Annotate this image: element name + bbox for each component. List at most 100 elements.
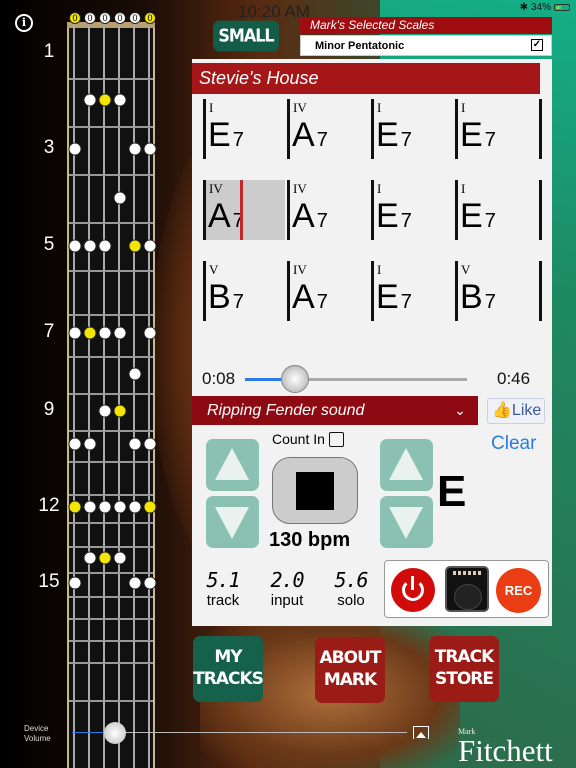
power-icon[interactable] <box>391 568 435 612</box>
song-title[interactable]: Stevie's House <box>192 63 540 94</box>
chord-bar[interactable]: VB7 <box>203 261 287 323</box>
root-note-dot[interactable] <box>98 93 112 107</box>
info-icon[interactable]: i <box>15 14 33 32</box>
scale-note-dot[interactable] <box>143 239 157 253</box>
small-button[interactable]: SMALL <box>213 20 279 52</box>
like-button[interactable]: 👍Like <box>487 398 545 424</box>
fret-wire <box>69 700 153 702</box>
scale-note-dot[interactable] <box>98 239 112 253</box>
scale-note-dot[interactable] <box>143 576 157 590</box>
clear-button[interactable]: Clear <box>491 433 536 455</box>
scale-note-dot[interactable] <box>68 576 82 590</box>
root-note-dot[interactable] <box>68 500 82 514</box>
root-note-dot[interactable] <box>128 239 142 253</box>
bar-line <box>455 261 458 321</box>
solo-volume[interactable]: 5.6 solo <box>326 568 376 609</box>
volume-knob[interactable] <box>104 722 126 744</box>
amp-icon[interactable] <box>445 566 489 612</box>
open-string-marker[interactable]: 0 <box>129 12 141 24</box>
scale-note-dot[interactable] <box>113 93 127 107</box>
chord-bar[interactable]: IE7 <box>371 180 455 242</box>
scale-note-dot[interactable] <box>143 437 157 451</box>
scale-note-dot[interactable] <box>68 142 82 156</box>
scale-note-dot[interactable] <box>83 437 97 451</box>
tempo-up-button[interactable] <box>206 439 259 491</box>
scale-note-dot[interactable] <box>113 326 127 340</box>
scale-note-dot[interactable] <box>113 551 127 565</box>
down-arrow-icon <box>389 507 423 539</box>
root-note-dot[interactable] <box>98 551 112 565</box>
open-string-marker[interactable]: 0 <box>144 12 156 24</box>
open-string-marker[interactable]: 0 <box>114 12 126 24</box>
chord-bar[interactable]: IV A 7 <box>287 99 371 161</box>
open-string-marker[interactable]: 0 <box>69 12 81 24</box>
guitar-string <box>133 22 135 768</box>
chord-bar[interactable]: IE7 <box>371 99 455 161</box>
chord-bar[interactable]: IE7 <box>455 99 539 161</box>
count-in[interactable]: Count In <box>272 431 344 447</box>
key-up-button[interactable] <box>380 439 433 491</box>
tempo-down-button[interactable] <box>206 496 259 548</box>
status-right: ✱ 34% <box>520 2 570 13</box>
scale-note-dot[interactable] <box>83 239 97 253</box>
open-string-marker[interactable]: 0 <box>84 12 96 24</box>
key-down-button[interactable] <box>380 496 433 548</box>
chord-bar[interactable]: IE7 <box>371 261 455 323</box>
scale-note-dot[interactable] <box>128 576 142 590</box>
scale-note-dot[interactable] <box>98 404 112 418</box>
root-note-dot[interactable] <box>143 500 157 514</box>
about-mark-button[interactable]: ABOUT MARK <box>315 637 385 703</box>
scales-header: Mark's Selected Scales <box>300 17 552 34</box>
scale-note-dot[interactable] <box>113 191 127 205</box>
scale-note-dot[interactable] <box>83 500 97 514</box>
scale-selector[interactable]: Minor Pentatonic ✓ <box>300 35 552 56</box>
chord-bar[interactable]: IV A 7 <box>287 261 371 323</box>
track-store-button[interactable]: TRACK STORE <box>429 636 499 702</box>
progress-knob[interactable] <box>281 365 309 393</box>
device-volume-label: Device Volume <box>24 724 51 743</box>
input-label: input <box>270 592 304 609</box>
open-string-marker[interactable]: 0 <box>99 12 111 24</box>
solo-label: solo <box>337 592 365 609</box>
scale-note-dot[interactable] <box>143 142 157 156</box>
scale-note-dot[interactable] <box>113 500 127 514</box>
scale-note-dot[interactable] <box>83 93 97 107</box>
bar-line <box>287 180 290 240</box>
guitar-string <box>103 22 105 768</box>
scale-note-dot[interactable] <box>128 500 142 514</box>
scale-checkbox[interactable]: ✓ <box>531 39 543 51</box>
track-volume[interactable]: 5.1 track <box>198 568 248 609</box>
chord-bar[interactable]: IV A 7 <box>203 180 287 242</box>
scale-note-dot[interactable] <box>98 500 112 514</box>
root-note-dot[interactable] <box>83 326 97 340</box>
scale-note-dot[interactable] <box>83 551 97 565</box>
airplay-icon[interactable] <box>413 726 429 739</box>
like-label: Like <box>511 402 542 419</box>
progress-slider[interactable] <box>245 378 467 381</box>
scale-note-dot[interactable] <box>68 239 82 253</box>
scale-note-dot[interactable] <box>98 326 112 340</box>
count-in-checkbox[interactable] <box>328 432 344 447</box>
scale-note-dot[interactable] <box>128 437 142 451</box>
fret-wire <box>69 572 153 574</box>
scale-note-dot[interactable] <box>128 367 142 381</box>
chord-bar[interactable]: VB7 <box>455 261 539 323</box>
scale-note-dot[interactable] <box>68 326 82 340</box>
root-note-dot[interactable] <box>113 404 127 418</box>
sound-dropdown[interactable]: Ripping Fender sound ⌄ <box>192 396 478 425</box>
input-volume[interactable]: 2.0 input <box>262 568 312 609</box>
elapsed-time: 0:08 <box>202 369 236 388</box>
track-value: 5.1 <box>206 568 240 592</box>
chord-bar[interactable]: IE7 <box>203 99 287 161</box>
scale-note-dot[interactable] <box>128 142 142 156</box>
chord-bar[interactable]: IV A 7 <box>287 180 371 242</box>
stop-button[interactable] <box>272 457 358 524</box>
roman-numeral: IV <box>209 181 223 196</box>
roman-numeral: I <box>461 181 466 196</box>
my-tracks-button[interactable]: MY TRACKS <box>193 636 264 702</box>
scale-note-dot[interactable] <box>143 326 157 340</box>
chord-name: E7 <box>376 116 412 154</box>
scale-note-dot[interactable] <box>68 437 82 451</box>
record-button[interactable]: REC <box>496 568 541 613</box>
chord-bar[interactable]: IE7 <box>455 180 539 242</box>
